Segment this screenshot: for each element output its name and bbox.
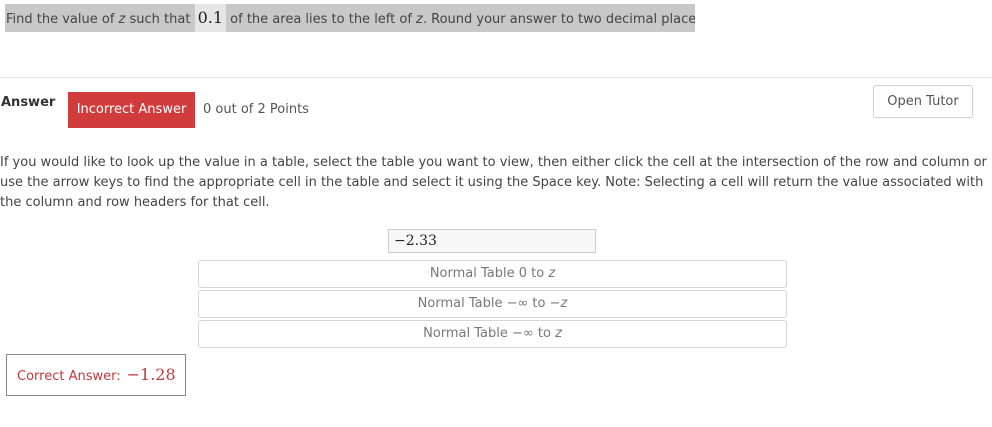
normal-table-neg-inf-to-z-button[interactable]: Normal Table −∞ to z — [198, 320, 787, 348]
answer-input[interactable]: −2.33 — [388, 229, 596, 253]
normal-table-neg-inf-to-neg-z-button[interactable]: Normal Table −∞ to −z — [198, 290, 787, 318]
question-mid2: of the area lies to the left of — [226, 12, 417, 27]
normal-table-0-to-z-button[interactable]: Normal Table 0 to z — [198, 260, 787, 288]
points-text: 0 out of 2 Points — [203, 102, 309, 117]
table-var-z: z — [548, 266, 556, 281]
table-var-z: z — [555, 326, 562, 341]
correct-answer-label: Correct Answer: — [17, 369, 121, 384]
question-prefix: Find the value of — [6, 12, 119, 27]
table-instructions: If you would like to look up the value i… — [0, 155, 987, 210]
answer-label: Answer — [1, 95, 56, 110]
page: Find the value of z such that 0.1 of the… — [0, 0, 992, 427]
table-label: Normal Table −∞ to − — [417, 296, 561, 311]
correct-answer-box: Correct Answer: −1.28 — [6, 354, 186, 396]
table-label: Normal Table −∞ to — [423, 326, 556, 341]
question-var-z-2: z — [416, 12, 423, 27]
divider — [0, 77, 992, 78]
open-tutor-button[interactable]: Open Tutor — [873, 85, 973, 118]
question-suffix: . Round your answer to two decimal place… — [422, 12, 695, 27]
table-var-z: z — [560, 296, 568, 311]
incorrect-answer-badge: Incorrect Answer — [68, 92, 195, 128]
question-mid1: such that — [125, 12, 195, 27]
correct-answer-value: −1.28 — [126, 365, 176, 384]
table-label: Normal Table 0 to — [429, 266, 549, 281]
question-area-value: 0.1 — [194, 4, 227, 32]
question-text: Find the value of z such that 0.1 of the… — [5, 4, 695, 32]
